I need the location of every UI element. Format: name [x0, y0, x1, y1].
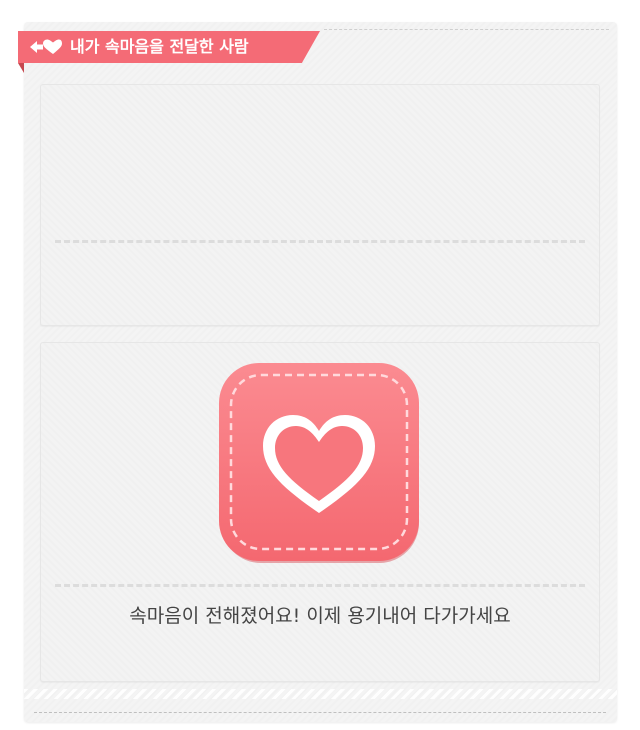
header-title: 내가 속마음을 전달한 사람 — [70, 37, 249, 56]
status-message: 속마음이 전해졌어요! 이제 용기내어 다가가세요 — [129, 605, 511, 627]
bottom-decoration — [24, 689, 617, 699]
bottom-dashed-divider — [34, 712, 606, 713]
heart-arrow-icon — [30, 39, 62, 54]
status-dashed-divider — [55, 584, 585, 587]
status-panel: 속마음이 전해졌어요! 이제 용기내어 다가가세요 — [40, 342, 600, 682]
top-dashed-divider — [324, 29, 609, 30]
stitched-heart-icon — [219, 363, 419, 563]
recipient-dashed-divider — [55, 240, 585, 243]
recipient-panel — [40, 84, 600, 326]
ribbon-fold — [18, 63, 24, 73]
